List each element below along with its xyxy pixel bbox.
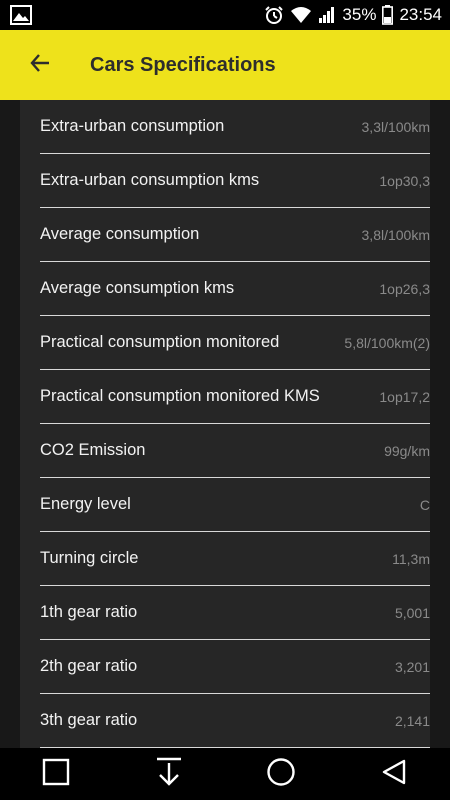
spec-label: Extra-urban consumption (40, 117, 225, 135)
spec-row: 2th gear ratio 3,201 (40, 640, 430, 694)
spec-label: 3th gear ratio (40, 711, 138, 729)
spec-label: Turning circle (40, 549, 139, 567)
spec-value: 5,8l/100km(2) (344, 334, 430, 351)
battery-percent: 35% (342, 5, 377, 24)
download-button[interactable] (149, 754, 189, 794)
spec-label: Practical consumption monitored KMS (40, 387, 320, 405)
battery-icon (382, 5, 394, 25)
spec-value: 1op17,2 (379, 388, 430, 405)
spec-label: Extra-urban consumption kms (40, 171, 260, 189)
spec-value: 1op26,3 (379, 280, 430, 297)
home-circle-icon (266, 757, 296, 792)
signal-icon (318, 6, 336, 24)
specs-card: Extra-urban consumption 3,3l/100km Extra-u… (20, 100, 430, 748)
spec-label: Practical consumption monitored (40, 333, 280, 351)
spec-row: Average consumption kms 1op26,3 (40, 262, 430, 316)
back-button[interactable] (22, 47, 58, 83)
recents-square-icon (42, 758, 70, 791)
spec-row: Practical consumption monitored 5,8l/100k… (40, 316, 430, 370)
spec-value: 3,8l/100km (361, 226, 430, 243)
arrow-left-icon (29, 52, 51, 79)
spec-row: Extra-urban consumption kms 1op30,3 (40, 154, 430, 208)
download-arrow-icon (155, 757, 183, 792)
app-bar: Cars Specifications (0, 30, 450, 100)
spec-label: Average consumption (40, 225, 200, 243)
wifi-icon (290, 6, 312, 24)
spec-value: 3,3l/100km (361, 118, 430, 135)
spec-list: Extra-urban consumption 3,3l/100km Extra-u… (40, 100, 430, 748)
back-triangle-icon (380, 758, 408, 791)
spec-value: C (419, 496, 430, 513)
spec-label: 2th gear ratio (40, 657, 138, 675)
page-title: Cars Specifications (90, 54, 276, 76)
spec-row: CO2 Emission 99g/km (40, 424, 430, 478)
spec-row: 1th gear ratio 5,001 (40, 586, 430, 640)
spec-row: Turning circle 11,3m (40, 532, 430, 586)
content-area[interactable]: Extra-urban consumption 3,3l/100km Extra-u… (0, 100, 450, 748)
spec-row: Energy level C (40, 478, 430, 532)
spec-row: Practical consumption monitored KMS 1op17… (40, 370, 430, 424)
home-button[interactable] (261, 754, 301, 794)
spec-value: 1op30,3 (379, 172, 430, 189)
spec-row: Average consumption 3,8l/100km (40, 208, 430, 262)
clock-time: 23:54 (399, 5, 442, 24)
spec-label: CO2 Emission (40, 441, 146, 459)
spec-label: Average consumption kms (40, 279, 235, 297)
recents-button[interactable] (36, 754, 76, 794)
back-nav-button[interactable] (374, 754, 414, 794)
spec-value: 3,201 (394, 658, 430, 675)
spec-value: 5,001 (394, 604, 430, 621)
spec-value: 11,3m (392, 550, 430, 567)
navigation-bar (0, 748, 450, 800)
spec-label: 1th gear ratio (40, 603, 138, 621)
spec-value: 99g/km (384, 442, 430, 459)
spec-value: 2,141 (394, 712, 430, 729)
spec-row: Extra-urban consumption 3,3l/100km (40, 100, 430, 154)
spec-row: 3th gear ratio 2,141 (40, 694, 430, 748)
spec-label: Energy level (40, 495, 131, 513)
image-icon (10, 5, 32, 25)
alarm-icon (264, 5, 284, 25)
status-bar: 35% 23:54 (0, 0, 450, 30)
